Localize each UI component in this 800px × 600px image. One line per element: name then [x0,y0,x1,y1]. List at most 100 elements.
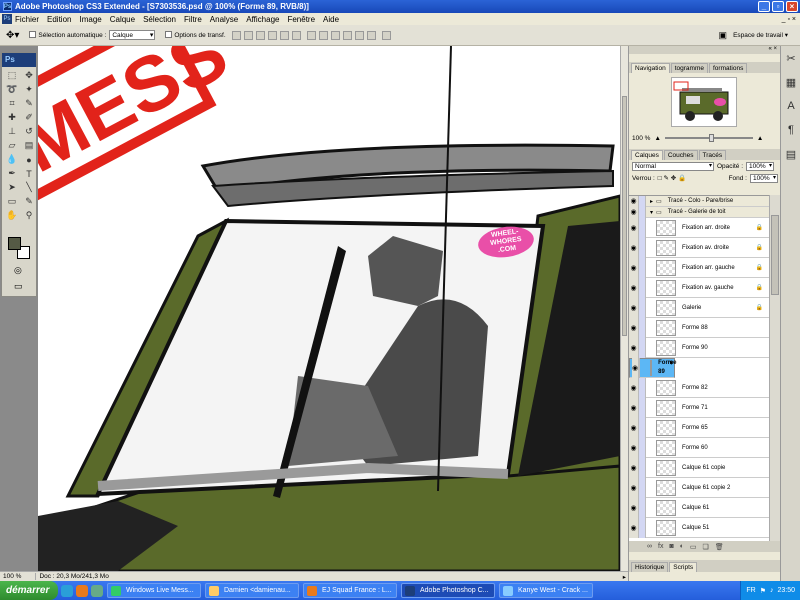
task-photoshop[interactable]: Adobe Photoshop C... [401,583,495,598]
visibility-eye-icon[interactable]: ◉ [629,437,639,458]
move-tool-icon[interactable]: ✥▾ [6,30,19,41]
zoom-in-icon[interactable]: ▲ [757,135,763,142]
zoom-out-icon[interactable]: ▲ [654,135,660,142]
close-button[interactable]: × [786,1,798,12]
eyedropper2-tool-icon[interactable]: ✎ [21,195,37,208]
language-indicator[interactable]: FR [746,587,755,594]
visibility-eye-icon[interactable]: ◉ [629,317,639,338]
pen-tool-icon[interactable]: ✒ [4,167,20,180]
maximize-button[interactable]: ▫ [772,1,784,12]
tab-informations[interactable]: formations [708,63,748,73]
fx-icon[interactable]: fx [658,543,663,550]
menu-edition[interactable]: Edition [47,15,71,24]
tools-preset-icon[interactable]: ✂ [783,50,799,66]
tab-navigation[interactable]: Navigation [631,63,670,73]
hand-tool-icon[interactable]: ✋ [4,209,20,222]
visibility-eye-icon[interactable]: ◉ [629,237,639,258]
align-buttons[interactable] [231,30,301,40]
eyedropper-tool-icon[interactable]: ✎ [21,97,37,110]
layer-row[interactable]: ◉ Calque 61 [629,497,769,518]
layer-row[interactable]: ◉ Forme 65 [629,417,769,438]
visibility-eye-icon[interactable]: ◉ [629,417,639,438]
history-brush-tool-icon[interactable]: ↺ [21,125,37,138]
mask-icon[interactable]: ◙ [669,543,673,550]
menu-selection[interactable]: Sélection [143,15,176,24]
visibility-eye-icon[interactable]: ◉ [629,257,639,278]
opacity-field[interactable]: 100% [746,161,775,171]
auto-align-buttons[interactable] [381,30,391,40]
character-icon[interactable]: A [783,98,799,114]
fill-field[interactable]: 100% [750,173,778,183]
visibility-eye-icon[interactable]: ◉ [629,497,639,518]
visibility-eye-icon[interactable]: ◉ [629,517,639,538]
expand-arrow-icon[interactable]: ▸ [650,198,653,205]
layer-row[interactable]: ◉ Galerie 🔒 [629,297,769,318]
visibility-eye-icon[interactable]: ◉ [629,277,639,298]
layer-row[interactable]: ◉ Calque 61 copie [629,457,769,478]
visibility-eye-icon[interactable]: ◉ [629,217,639,238]
quick-mask-icon[interactable]: ◎ [14,265,22,276]
task-damien[interactable]: Damien <damienau... [205,583,299,598]
dock-header[interactable]: « × [629,46,780,54]
move-tool-icon[interactable]: ✥ [21,69,37,82]
canvas-vertical-scrollbar[interactable] [620,46,628,571]
document-canvas[interactable]: MESS WHEEL- WHORES .COM [38,46,620,571]
visibility-eye-icon[interactable]: ◉ [629,377,639,398]
menu-aide[interactable]: Aide [323,15,339,24]
layer-group[interactable]: ◉ ▾ ▭ Tracé - Galerie de toit [629,206,769,218]
visibility-eye-icon[interactable]: ◉ [629,337,639,358]
layer-row[interactable]: ◉ Forme 90 [629,337,769,358]
dodge-tool-icon[interactable]: ● [21,153,37,166]
menu-analyse[interactable]: Analyse [210,15,238,24]
status-arrow-icon[interactable]: ▸ [623,573,626,581]
gradient-tool-icon[interactable]: ▤ [21,139,37,152]
eraser-tool-icon[interactable]: ▱ [4,139,20,152]
paragraph-icon[interactable]: ¶ [783,122,799,138]
adjustment-icon[interactable]: ◐ [680,543,684,550]
layer-row[interactable]: ◉ Forme 88 [629,317,769,338]
workspace-dropdown[interactable]: Espace de travail ▾ [733,31,788,39]
brushes-icon[interactable]: ▦ [783,74,799,90]
navigator-preview[interactable] [671,77,737,127]
start-button[interactable]: démarrer [0,581,58,600]
visibility-eye-icon[interactable]: ◉ [629,397,639,418]
tab-traces[interactable]: Tracés [698,150,727,160]
menu-calque[interactable]: Calque [110,15,135,24]
task-ej-squad[interactable]: EJ Squad France : L... [303,583,397,598]
doc-window-controls[interactable]: _ ▫ × [782,16,796,23]
folder-icon[interactable]: ▭ [690,543,697,551]
tab-calques[interactable]: Calques [631,150,663,160]
marquee-tool-icon[interactable]: ⬚ [4,69,20,82]
notes-tool-icon[interactable]: ▭ [4,195,20,208]
visibility-eye-icon[interactable]: ◉ [629,206,639,218]
foreground-color-swatch[interactable] [8,237,21,250]
tab-historique[interactable]: Historique [631,562,669,572]
layer-row[interactable]: ◉ Calque 61 copie 2 [629,477,769,498]
blend-mode-dropdown[interactable]: Normal [632,161,714,171]
layer-row[interactable]: ◉ Forme 71 [629,397,769,418]
task-kanye-west[interactable]: Kanye West - Crack ... [499,583,593,598]
brush-tool-icon[interactable]: ✐ [21,111,37,124]
zoom-slider[interactable] [664,134,753,142]
layer-row[interactable]: ◉ Fixation av. gauche 🔒 [629,277,769,298]
menu-filtre[interactable]: Filtre [184,15,202,24]
layer-group[interactable]: ◉ ▸ ▭ Tracé - Colo - Pare/brise [629,196,769,207]
tray-clock[interactable]: 23:50 [777,587,795,594]
blur-tool-icon[interactable]: 💧 [4,153,20,166]
visibility-eye-icon[interactable]: ◉ [632,358,640,378]
menu-image[interactable]: Image [79,15,101,24]
task-windows-live[interactable]: Windows Live Mess... [107,583,201,598]
auto-select-dropdown[interactable]: Calque [109,30,156,40]
layer-row[interactable]: ◉ Fixation arr. droite 🔒 [629,217,769,238]
visibility-eye-icon[interactable]: ◉ [629,477,639,498]
tab-couches[interactable]: Couches [663,150,698,160]
path-selection-tool-icon[interactable]: ➤ [4,181,20,194]
magic-wand-tool-icon[interactable]: ✦ [21,83,37,96]
ie-quicklaunch-icon[interactable] [61,584,73,597]
layer-row[interactable]: ◉ Calque 51 [629,517,769,538]
transform-checkbox[interactable] [165,31,174,39]
menu-fichier[interactable]: Fichier [15,15,39,24]
crop-tool-icon[interactable]: ⌗ [4,97,20,110]
screen-mode-icon[interactable]: ▭ [14,281,23,292]
tray-volume-icon[interactable]: ♪ [770,587,774,594]
